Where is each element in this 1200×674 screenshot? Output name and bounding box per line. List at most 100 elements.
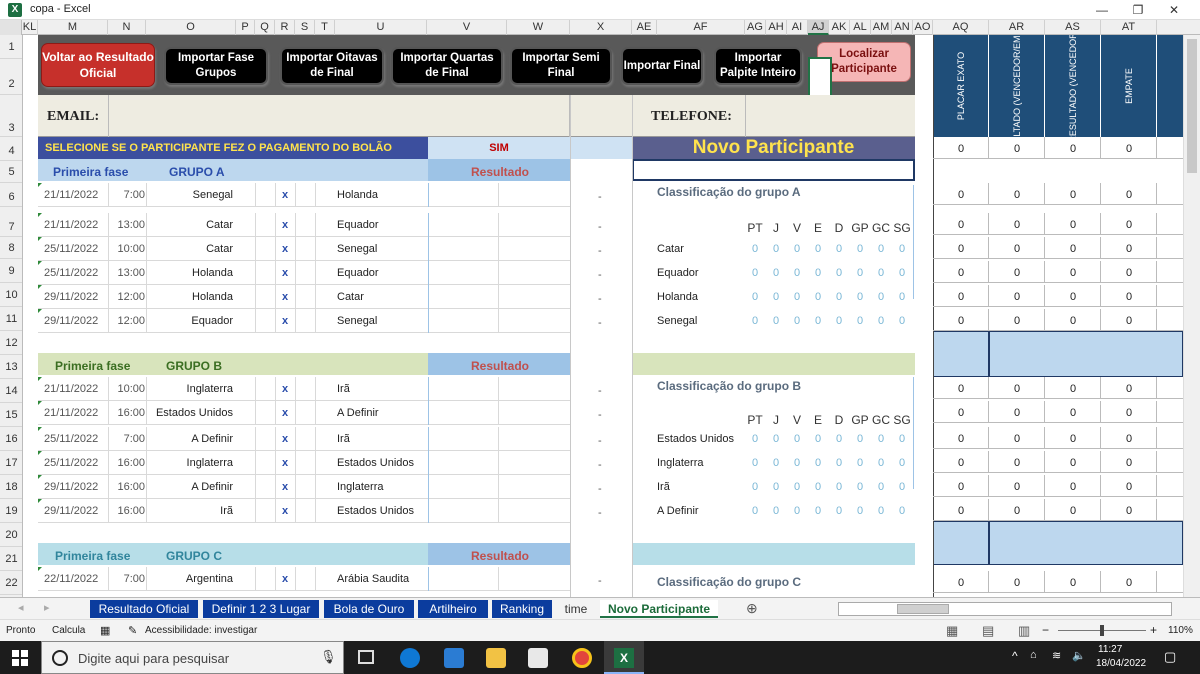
row-header[interactable]: 4 — [0, 137, 22, 161]
away-score-input[interactable] — [499, 499, 570, 523]
col-header[interactable]: AF — [657, 20, 745, 35]
col-header[interactable]: KL — [22, 20, 38, 35]
home-score-input[interactable] — [428, 401, 499, 425]
importar-semi-button[interactable]: Importar Semi Final — [510, 47, 612, 85]
microphone-icon[interactable]: 🎙 — [320, 649, 337, 665]
away-score-input[interactable] — [499, 567, 570, 591]
minimize-button[interactable]: — — [1084, 1, 1120, 19]
importar-final-button[interactable]: Importar Final — [621, 47, 703, 85]
taskbar-search[interactable]: Digite aqui para pesquisar 🎙 — [41, 641, 344, 674]
show-hidden-icons[interactable]: ^ — [1012, 649, 1018, 663]
page-layout-icon[interactable]: ▤ — [982, 623, 994, 639]
restore-button[interactable]: ❐ — [1120, 1, 1156, 19]
voltar-resultado-button[interactable]: Voltar ao Resultado Oficial — [41, 43, 155, 87]
col-header[interactable]: AK — [829, 20, 850, 35]
col-header[interactable]: AQ — [933, 20, 989, 35]
away-score-input[interactable] — [499, 451, 570, 475]
tab-artilheiro[interactable]: Artilheiro — [418, 600, 488, 618]
home-score-input[interactable] — [428, 451, 499, 475]
col-header[interactable]: U — [335, 20, 427, 35]
row-header[interactable]: 14 — [0, 379, 22, 403]
horizontal-scrollbar[interactable] — [838, 602, 1172, 616]
row-header[interactable]: 12 — [0, 331, 22, 355]
row-header[interactable]: 1 — [0, 35, 22, 59]
row-header[interactable]: 3 — [0, 95, 22, 137]
home-score-input[interactable] — [428, 377, 499, 401]
tab-scroll-left-icon[interactable]: ◂ — [18, 601, 24, 614]
clock-date[interactable]: 18/04/2022 — [1096, 658, 1146, 669]
network-icon[interactable]: ⌂ — [1030, 649, 1037, 661]
macro-recorder-icon[interactable]: ▦ — [100, 624, 110, 637]
away-score-input[interactable] — [499, 401, 570, 425]
row-header[interactable]: 9 — [0, 259, 22, 283]
row-header[interactable]: 17 — [0, 451, 22, 475]
col-header[interactable]: AH — [766, 20, 787, 35]
col-header[interactable]: P — [236, 20, 255, 35]
accessibility-status[interactable]: Acessibilidade: investigar — [145, 625, 257, 636]
away-score-input[interactable] — [499, 475, 570, 499]
add-sheet-icon[interactable]: ⊕ — [746, 600, 758, 617]
away-score-input[interactable] — [499, 237, 570, 261]
task-view-icon[interactable] — [358, 650, 374, 664]
row-header[interactable]: 7 — [0, 207, 22, 237]
col-header[interactable]: V — [427, 20, 507, 35]
telefone-input[interactable] — [745, 95, 915, 137]
col-header[interactable]: N — [108, 20, 146, 35]
row-header[interactable]: 20 — [0, 523, 22, 547]
col-header-selected[interactable]: AJ — [808, 20, 829, 35]
wifi-icon[interactable]: ≋ — [1052, 649, 1061, 662]
row-header[interactable]: 2 — [0, 59, 22, 95]
zoom-in-button[interactable]: + — [1150, 623, 1157, 637]
row-header[interactable]: 6 — [0, 183, 22, 207]
excel-taskbar-button[interactable]: X — [604, 641, 644, 674]
col-header[interactable]: AG — [745, 20, 766, 35]
home-score-input[interactable] — [428, 213, 499, 237]
row-header[interactable]: 19 — [0, 499, 22, 523]
tab-definir-lugar[interactable]: Definir 1 2 3 Lugar — [203, 600, 319, 618]
row-header[interactable]: 5 — [0, 161, 22, 183]
row-header[interactable]: 13 — [0, 355, 22, 379]
col-header[interactable]: R — [275, 20, 295, 35]
zoom-level[interactable]: 110% — [1168, 625, 1193, 636]
row-header[interactable]: 15 — [0, 403, 22, 427]
row-header[interactable]: 21 — [0, 547, 22, 571]
home-score-input[interactable] — [428, 475, 499, 499]
edge-icon[interactable] — [400, 648, 420, 668]
row-header[interactable]: 11 — [0, 307, 22, 331]
away-score-input[interactable] — [499, 261, 570, 285]
home-score-input[interactable] — [428, 261, 499, 285]
col-header[interactable]: T — [315, 20, 335, 35]
row-header[interactable]: 10 — [0, 283, 22, 307]
away-score-input[interactable] — [499, 183, 570, 207]
col-header[interactable]: AN — [892, 20, 913, 35]
col-header[interactable]: AR — [989, 20, 1045, 35]
notifications-icon[interactable]: ▢ — [1164, 649, 1176, 665]
mail-icon[interactable] — [444, 648, 464, 668]
zoom-slider-handle[interactable] — [1100, 625, 1104, 636]
away-score-input[interactable] — [499, 213, 570, 237]
accessibility-icon[interactable]: ✎ — [128, 624, 137, 637]
store-icon[interactable] — [528, 648, 548, 668]
pagamento-select[interactable]: SIM — [428, 137, 570, 159]
away-score-input[interactable] — [499, 309, 570, 333]
col-header[interactable]: S — [295, 20, 315, 35]
close-button[interactable]: ✕ — [1156, 1, 1192, 19]
tab-resultado-oficial[interactable]: Resultado Oficial — [90, 600, 198, 618]
col-header[interactable]: AM — [871, 20, 892, 35]
vertical-scrollbar[interactable] — [1183, 35, 1200, 597]
home-score-input[interactable] — [428, 427, 499, 451]
tab-bola-de-ouro[interactable]: Bola de Ouro — [324, 600, 414, 618]
away-score-input[interactable] — [499, 285, 570, 309]
chrome-icon[interactable] — [572, 648, 592, 668]
col-header[interactable]: M — [38, 20, 108, 35]
home-score-input[interactable] — [428, 309, 499, 333]
col-header[interactable]: Q — [255, 20, 275, 35]
worksheet-grid[interactable]: Voltar ao Resultado Oficial Importar Fas… — [23, 35, 1183, 597]
active-cell[interactable] — [808, 57, 832, 97]
col-header[interactable]: W — [507, 20, 570, 35]
page-break-icon[interactable]: ▥ — [1018, 623, 1030, 639]
importar-oitavas-button[interactable]: Importar Oitavas de Final — [280, 47, 384, 85]
away-score-input[interactable] — [499, 427, 570, 451]
tab-ranking[interactable]: Ranking — [492, 600, 552, 618]
home-score-input[interactable] — [428, 285, 499, 309]
